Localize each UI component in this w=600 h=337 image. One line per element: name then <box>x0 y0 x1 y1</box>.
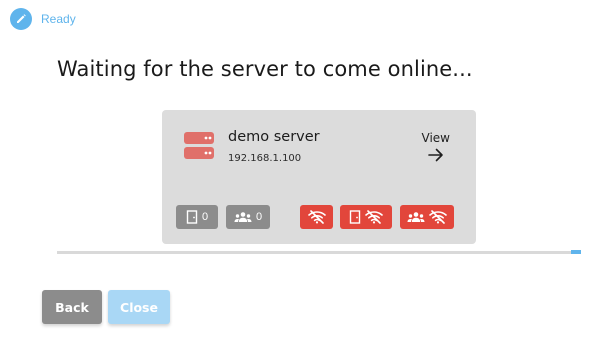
users-icon <box>234 212 252 222</box>
door-icon <box>186 210 198 224</box>
progress-fill <box>571 250 581 254</box>
close-button[interactable]: Close <box>108 290 170 324</box>
back-button[interactable]: Back <box>42 290 102 324</box>
status-text: Ready <box>41 12 76 26</box>
wifi-off-icon <box>307 210 326 224</box>
arrow-right-icon <box>427 148 443 162</box>
status-indicator: Ready <box>10 8 76 30</box>
users-offline-badge <box>400 205 454 229</box>
pencil-icon <box>10 8 32 30</box>
door-count: 0 <box>201 211 209 223</box>
user-count-badge: 0 <box>226 205 270 229</box>
progress-bar <box>57 250 581 254</box>
user-count: 0 <box>255 211 263 223</box>
view-server-link[interactable]: View <box>422 131 450 162</box>
door-icon <box>349 210 361 224</box>
view-label: View <box>421 131 450 145</box>
door-offline-badge <box>340 205 392 229</box>
offline-status-badge <box>300 205 333 229</box>
door-count-badge: 0 <box>176 205 218 229</box>
users-icon <box>407 212 425 222</box>
page-title: Waiting for the server to come online... <box>57 57 473 81</box>
wifi-off-icon <box>365 210 383 224</box>
server-card: demo server 192.168.1.100 View 0 0 <box>162 110 476 244</box>
server-name: demo server <box>228 129 320 145</box>
server-icon <box>184 132 214 159</box>
wifi-off-icon <box>429 210 447 224</box>
server-ip: 192.168.1.100 <box>228 153 302 164</box>
